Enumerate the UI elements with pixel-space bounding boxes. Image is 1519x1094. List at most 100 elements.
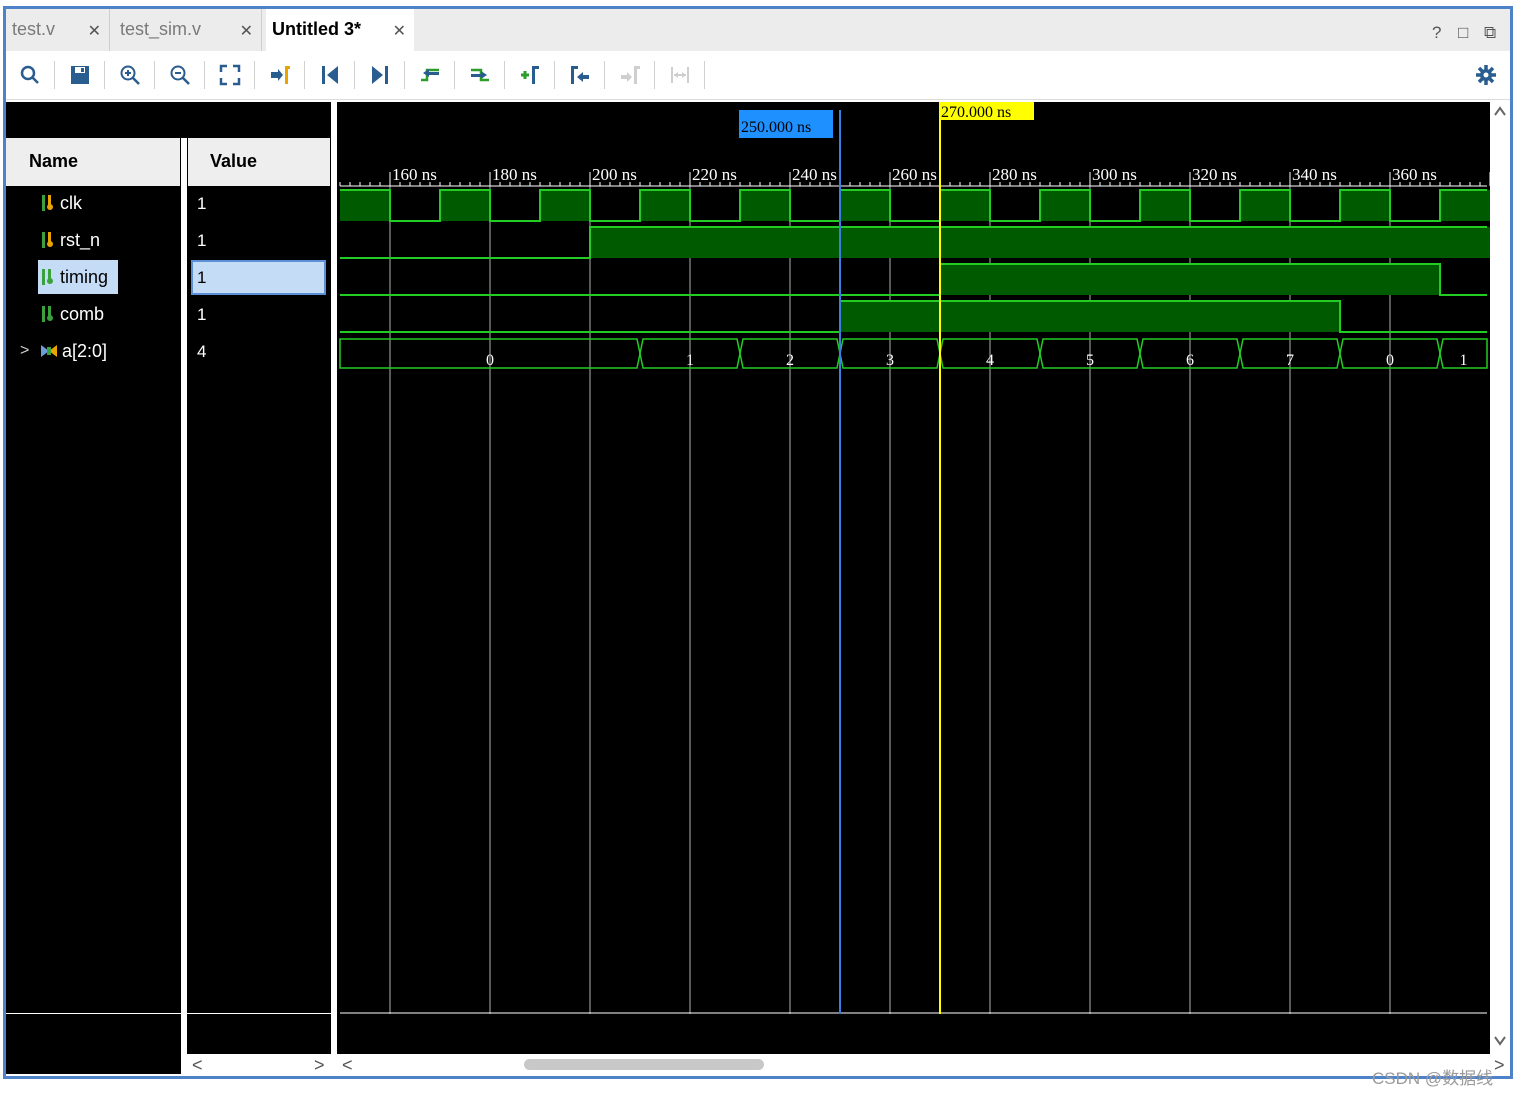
value-timing: 1 [197, 268, 207, 287]
bus-value-label: 1 [686, 352, 694, 369]
horizontal-scroll-thumb[interactable] [524, 1059, 764, 1070]
ruler-tick-label: 180 ns [492, 165, 537, 184]
float-window-icon[interactable]: ⧉ [1484, 23, 1496, 43]
name-header-label: Name [29, 151, 79, 171]
signal-row-timing[interactable]: timing [38, 260, 118, 294]
close-icon[interactable]: ✕ [393, 21, 406, 41]
wave-high-clk [1140, 190, 1190, 221]
toolbar-separator [254, 61, 255, 89]
column-divider[interactable] [181, 138, 187, 1076]
name-column-header[interactable]: Name [6, 138, 180, 186]
wave-high-clk [1240, 190, 1290, 221]
go-to-cursor-icon[interactable] [266, 61, 294, 89]
bus-value-label: 0 [486, 352, 494, 369]
value-column-header[interactable]: Value [188, 138, 330, 186]
value-comb: 1 [197, 305, 207, 324]
search-icon[interactable] [16, 61, 44, 89]
bus-value-label: 2 [786, 352, 794, 369]
ruler-tick-label: 200 ns [592, 165, 637, 184]
maximize-icon[interactable]: □ [1458, 23, 1468, 43]
watermark: CSDN @数据线 [1372, 1069, 1494, 1088]
go-to-last-time-icon[interactable] [366, 61, 394, 89]
signal-name: clk [60, 192, 82, 213]
wave-high-clk [840, 190, 890, 221]
previous-transition-icon[interactable] [416, 61, 444, 89]
scroll-up-icon[interactable] [1493, 104, 1507, 120]
bus-value-label: 1 [1460, 352, 1468, 369]
settings-icon[interactable] [1472, 61, 1500, 89]
toolbar-separator [604, 61, 605, 89]
bit-signal-icon [40, 268, 56, 286]
previous-marker-icon[interactable] [566, 61, 594, 89]
wave-high-clk [540, 190, 590, 221]
wave-high-rst_n [590, 227, 1490, 258]
value-header-label: Value [210, 151, 258, 171]
value-rst-n: 1 [197, 231, 207, 250]
wave-high-clk [640, 190, 690, 221]
toolbar-separator [704, 61, 705, 89]
waveform-canvas[interactable]: 160 ns 180 ns 200 ns 220 ns 240 ns 260 ns 280 … [337, 102, 1490, 1074]
toolbar [6, 51, 1510, 100]
wave-high-clk [1440, 190, 1490, 221]
zoom-in-icon[interactable] [116, 61, 144, 89]
expand-chevron-icon[interactable]: > [20, 342, 40, 360]
wave-high-comb [840, 301, 1340, 332]
bus-signal-icon [40, 342, 58, 360]
wave-high-timing [940, 264, 1440, 295]
scroll-down-icon[interactable] [1493, 1034, 1507, 1052]
tab-test-sim-v[interactable]: test_sim.v ✕ [114, 9, 262, 51]
ruler-tick-label: 340 ns [1292, 165, 1337, 184]
values-scroll-right-icon[interactable]: > [314, 1055, 325, 1076]
wave-scroll-left-icon[interactable]: < [342, 1055, 353, 1076]
toolbar-separator [404, 61, 405, 89]
tab-label: Untitled 3* [272, 19, 362, 39]
toolbar-separator [54, 61, 55, 89]
horizontal-scrollbar-area: < > < > [186, 1054, 1510, 1076]
wave-scroll-right-icon[interactable]: > [1494, 1055, 1505, 1076]
toolbar-separator [454, 61, 455, 89]
ruler-tick-label: 300 ns [1092, 165, 1137, 184]
close-icon[interactable]: ✕ [88, 21, 101, 41]
signal-row-rst-n[interactable]: rst_n [40, 223, 100, 257]
toolbar-separator [204, 61, 205, 89]
cursor-time-label: 270.000 ns [941, 104, 1011, 121]
value-clk: 1 [197, 194, 207, 213]
signal-row-clk[interactable]: clk [40, 186, 82, 220]
wave-high-clk [340, 190, 390, 221]
next-marker-icon[interactable] [616, 61, 644, 89]
toolbar-separator [154, 61, 155, 89]
vertical-scrollbar[interactable] [1490, 102, 1510, 1054]
signal-name: comb [60, 303, 105, 324]
toolbar-separator [104, 61, 105, 89]
signal-row-a[interactable]: > a[2:0] [20, 334, 107, 368]
wave-high-clk [1040, 190, 1090, 221]
tab-label: test_sim.v [120, 19, 202, 39]
ruler-tick-label: 220 ns [692, 165, 737, 184]
waveform-viewer[interactable]: 160 ns 180 ns 200 ns 220 ns 240 ns 260 ns 280 … [337, 102, 1490, 1074]
ruler-tick-label: 160 ns [392, 165, 437, 184]
signal-name: rst_n [60, 229, 101, 250]
values-scroll-left-icon[interactable]: < [192, 1055, 203, 1076]
toolbar-separator [554, 61, 555, 89]
toolbar-separator [504, 61, 505, 89]
ruler-tick-label: 240 ns [792, 165, 837, 184]
swap-cursors-icon[interactable] [666, 61, 694, 89]
zoom-fit-icon[interactable] [216, 61, 244, 89]
tab-bar: test.v ✕ test_sim.v ✕ Untitled 3* ✕ ? □ … [6, 9, 1510, 51]
tab-test-v[interactable]: test.v ✕ [6, 9, 110, 51]
signal-name: timing [60, 266, 109, 287]
close-icon[interactable]: ✕ [240, 21, 253, 41]
bus-value-label: 6 [1186, 352, 1194, 369]
go-to-time-zero-icon[interactable] [316, 61, 344, 89]
save-icon[interactable] [66, 61, 94, 89]
wave-high-clk [1340, 190, 1390, 221]
zoom-out-icon[interactable] [166, 61, 194, 89]
signal-name: a[2:0] [62, 340, 108, 361]
add-marker-icon[interactable] [516, 61, 544, 89]
next-transition-icon[interactable] [466, 61, 494, 89]
tab-untitled-3[interactable]: Untitled 3* ✕ [266, 9, 414, 51]
help-icon[interactable]: ? [1432, 23, 1441, 43]
signal-row-comb[interactable]: comb [40, 297, 104, 331]
bus-value-label: 7 [1286, 352, 1294, 369]
wave-high-clk [940, 190, 990, 221]
